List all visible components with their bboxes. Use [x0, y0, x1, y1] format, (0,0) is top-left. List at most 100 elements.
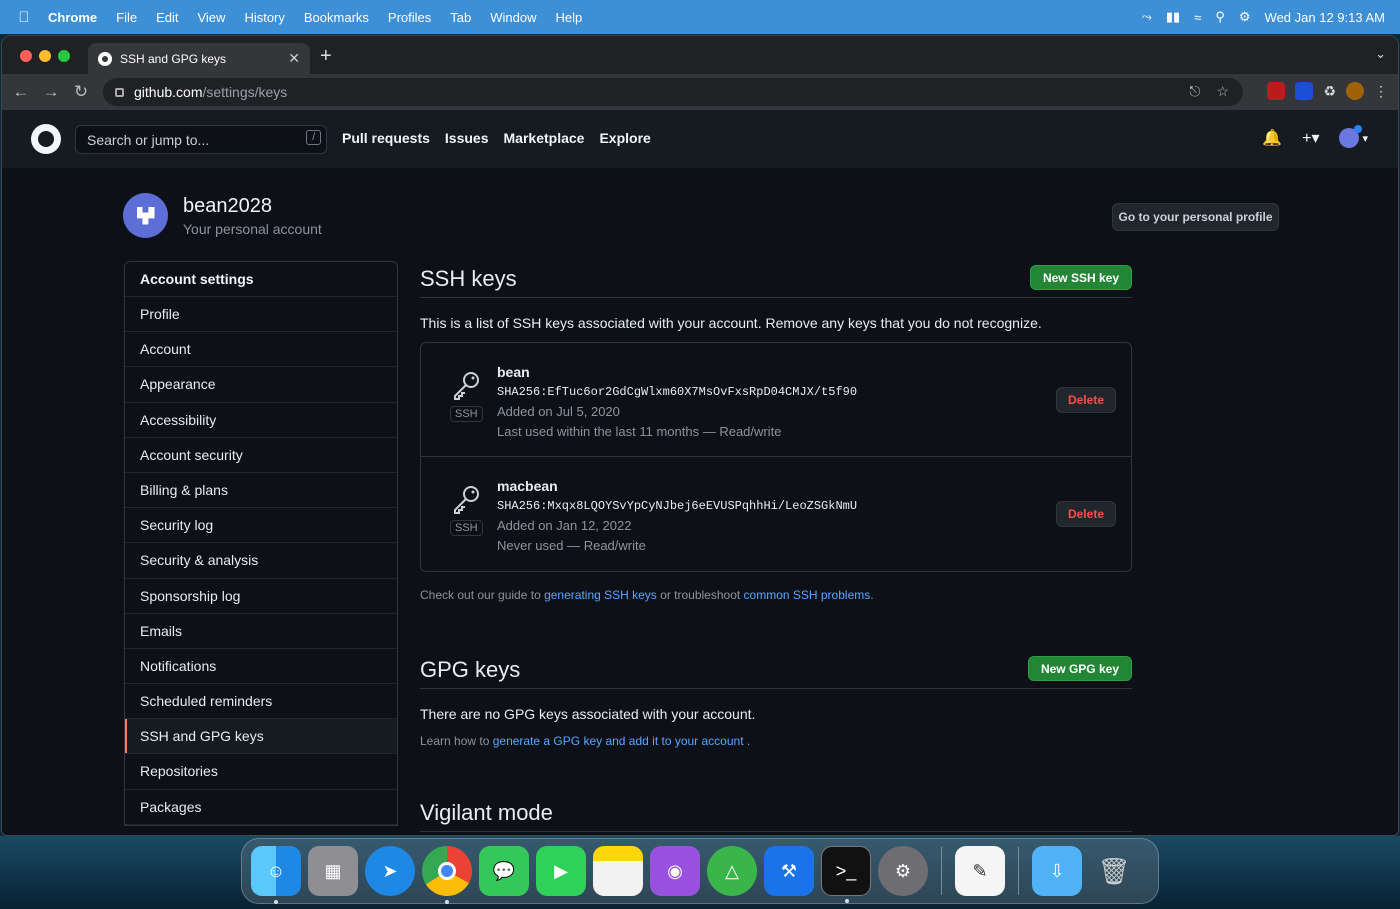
nav-marketplace[interactable]: Marketplace	[504, 130, 585, 146]
common-ssh-problems-link[interactable]: common SSH problems	[744, 588, 871, 602]
key-details: bean SHA256:EfTuc6or2GdCgWlxm60X7MsOvFxs…	[497, 363, 857, 441]
chrome-icon[interactable]	[422, 846, 472, 904]
menu-file[interactable]: File	[116, 10, 137, 25]
network-status-icon[interactable]: ⤳	[1142, 9, 1152, 25]
back-icon[interactable]: ←	[6, 82, 36, 102]
notifications-bell-icon[interactable]: 🔔	[1262, 128, 1282, 148]
sidebar-item-security-log[interactable]: Security log	[125, 508, 397, 544]
battery-icon[interactable]: ▮▮	[1166, 9, 1180, 25]
textedit-icon[interactable]: ✎	[955, 846, 1005, 896]
ssh-keys-title: SSH keys	[420, 266, 517, 291]
sidebar-item-account[interactable]: Account	[125, 332, 397, 368]
search-input[interactable]: Search or jump to... /	[75, 125, 327, 154]
spotlight-search-icon[interactable]: ⚲	[1215, 9, 1225, 25]
sidebar-item-security-analysis[interactable]: Security & analysis	[125, 543, 397, 579]
generate-gpg-key-link[interactable]: generate a GPG key and add it to your ac…	[493, 734, 744, 748]
sidebar-item-appearance[interactable]: Appearance	[125, 367, 397, 403]
wifi-icon[interactable]: ≈	[1194, 10, 1201, 25]
vigilant-mode-title: Vigilant mode	[420, 792, 1132, 832]
podcasts-icon[interactable]: ◉	[650, 846, 700, 896]
terminal-icon[interactable]: >_	[821, 846, 871, 903]
github-favicon-icon	[98, 51, 112, 66]
sidebar-item-accessibility[interactable]: Accessibility	[125, 403, 397, 438]
menu-view[interactable]: View	[197, 10, 225, 25]
sidebar-item-ssh-gpg-keys[interactable]: SSH and GPG keys	[125, 719, 397, 755]
delete-key-button[interactable]: Delete	[1055, 387, 1116, 413]
ublock-extension-icon[interactable]	[1267, 82, 1286, 100]
sidebar-item-billing[interactable]: Billing & plans	[125, 473, 397, 509]
finder-icon[interactable]: ☺	[251, 846, 301, 904]
sidebar-item-emails[interactable]: Emails	[125, 614, 397, 649]
new-ssh-key-button[interactable]: New SSH key	[1029, 265, 1132, 290]
bitwarden-extension-icon[interactable]	[1295, 82, 1314, 100]
browser-tab[interactable]: SSH and GPG keys ✕	[88, 43, 310, 74]
menu-profiles[interactable]: Profiles	[388, 10, 431, 25]
sidebar-item-scheduled-reminders[interactable]: Scheduled reminders	[125, 684, 397, 720]
nav-explore[interactable]: Explore	[599, 130, 650, 146]
puzzle-extensions-icon[interactable]: ♻	[1323, 83, 1336, 100]
github-logo-icon[interactable]	[31, 124, 61, 154]
menu-window[interactable]: Window	[490, 10, 536, 25]
graph-app-icon[interactable]: △	[707, 846, 757, 896]
maximize-window-icon[interactable]	[58, 50, 70, 62]
launchpad-icon[interactable]: ▦	[308, 846, 358, 896]
go-to-profile-button[interactable]: Go to your personal profile	[1112, 203, 1279, 231]
control-center-icon[interactable]: ⚙	[1239, 9, 1251, 25]
forward-icon[interactable]: →	[36, 82, 66, 102]
chrome-menu-icon[interactable]: ⋮	[1374, 83, 1388, 100]
tab-strip: SSH and GPG keys ✕ + ⌄	[2, 36, 1398, 74]
menu-tab[interactable]: Tab	[450, 10, 471, 25]
sidebar-item-repositories[interactable]: Repositories	[125, 754, 397, 790]
lock-icon[interactable]	[115, 87, 124, 97]
ssh-key-row: SSH bean SHA256:EfTuc6or2GdCgWlxm60X7MsO…	[421, 343, 1131, 457]
sidebar-item-packages[interactable]: Packages	[125, 790, 397, 825]
key-icon	[454, 372, 479, 400]
delete-key-button[interactable]: Delete	[1055, 501, 1116, 527]
key-added-date: Added on Jan 12, 2022	[497, 518, 632, 533]
downloads-folder-icon[interactable]: ⇩	[1032, 846, 1082, 896]
new-gpg-key-button[interactable]: New GPG key	[1027, 656, 1132, 681]
facetime-icon[interactable]: ▶	[536, 846, 586, 896]
key-details: macbean SHA256:Mxqx8LQOYSvYpCyNJbej6eEVU…	[497, 477, 857, 555]
tab-search-chevron-icon[interactable]: ⌄	[1375, 46, 1386, 62]
url-path: /settings/keys	[202, 84, 288, 100]
sidebar-item-profile[interactable]: Profile	[125, 297, 397, 333]
share-icon[interactable]: ⎋	[1189, 83, 1200, 100]
sidebar-item-account-security[interactable]: Account security	[125, 438, 397, 473]
menubar-clock[interactable]: Wed Jan 12 9:13 AM	[1265, 10, 1385, 25]
menu-app-name[interactable]: Chrome	[48, 10, 97, 25]
sidebar-item-notifications[interactable]: Notifications	[125, 649, 397, 685]
browser-window: SSH and GPG keys ✕ + ⌄ ← → ↻ github.com /…	[1, 35, 1399, 836]
sidebar-item-sponsorship-log[interactable]: Sponsorship log	[125, 579, 397, 614]
nav-issues[interactable]: Issues	[445, 130, 489, 146]
minimize-window-icon[interactable]	[39, 50, 51, 62]
browser-toolbar: ← → ↻ github.com/settings/keys ⎋ ☆ ♻ ⋮	[2, 74, 1398, 110]
key-title: bean	[497, 364, 530, 380]
user-name[interactable]: bean2028	[183, 195, 272, 218]
trash-icon[interactable]: 🗑	[1089, 846, 1139, 896]
close-window-icon[interactable]	[20, 50, 32, 62]
ssh-section-header: SSH keys New SSH key	[420, 258, 1132, 298]
new-tab-icon[interactable]: +	[320, 45, 332, 68]
dock-separator	[941, 847, 942, 895]
menu-edit[interactable]: Edit	[156, 10, 178, 25]
notes-icon[interactable]	[593, 846, 643, 896]
reload-icon[interactable]: ↻	[66, 82, 96, 102]
menu-help[interactable]: Help	[556, 10, 583, 25]
bookmark-star-icon[interactable]: ☆	[1216, 83, 1229, 100]
create-new-plus-icon[interactable]: +▾	[1302, 128, 1319, 148]
address-bar[interactable]: github.com/settings/keys ⎋ ☆	[103, 78, 1243, 106]
menu-bookmarks[interactable]: Bookmarks	[304, 10, 369, 25]
messages-icon[interactable]: 💬	[479, 846, 529, 896]
nav-pull-requests[interactable]: Pull requests	[342, 130, 430, 146]
system-preferences-icon[interactable]: ⚙	[878, 846, 928, 896]
menu-history[interactable]: History	[244, 10, 284, 25]
chrome-profile-avatar[interactable]	[1346, 82, 1364, 100]
generating-ssh-keys-link[interactable]: generating SSH keys	[544, 588, 657, 602]
user-avatar[interactable]	[123, 193, 168, 238]
safari-icon[interactable]: ➤	[365, 846, 415, 896]
user-menu[interactable]: ▾	[1339, 125, 1368, 148]
xcode-icon[interactable]: ⚒	[764, 846, 814, 896]
close-tab-icon[interactable]: ✕	[288, 50, 300, 67]
apple-icon[interactable]: 	[0, 9, 48, 26]
